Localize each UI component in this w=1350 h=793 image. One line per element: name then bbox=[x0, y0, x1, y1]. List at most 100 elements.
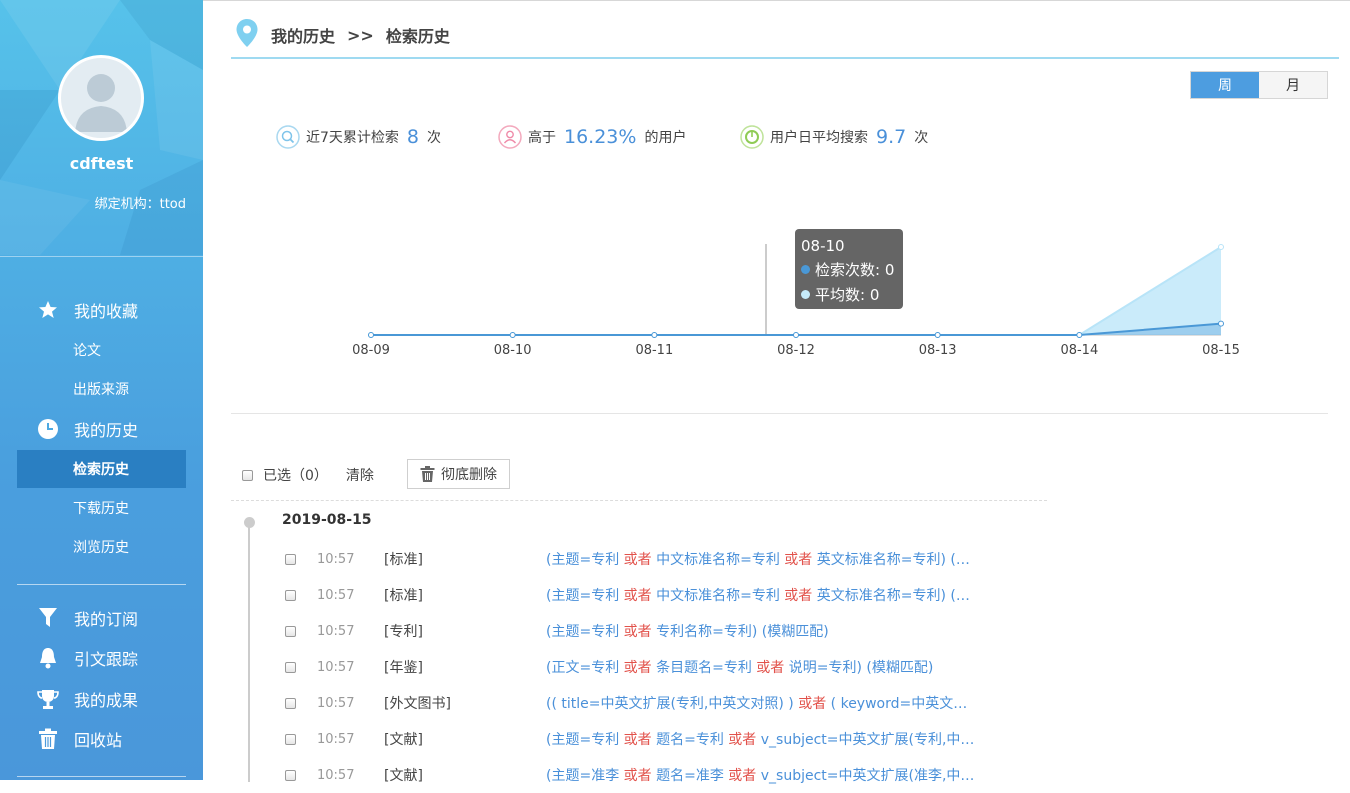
delete-label: 彻底删除 bbox=[441, 467, 497, 483]
breadcrumb-underline bbox=[231, 57, 1339, 59]
timeline-line bbox=[248, 522, 250, 782]
stat-value: 16.23% bbox=[564, 126, 637, 148]
sub-item-browse-history[interactable]: 浏览历史 bbox=[17, 528, 186, 566]
or-operator: 或者 bbox=[623, 768, 652, 784]
row-query-link[interactable]: (主题=专利 或者 中文标准名称=专利 或者 英文标准名称=专利) (模糊匹配) bbox=[546, 585, 980, 605]
row-query-link[interactable]: (正文=专利 或者 条目题名=专利 或者 说明=专利) (模糊匹配) bbox=[546, 657, 980, 677]
stat-unit: 次 bbox=[914, 130, 929, 146]
select-all-checkbox[interactable] bbox=[242, 469, 253, 481]
period-toggle: 周 月 bbox=[1190, 71, 1328, 99]
row-query-link[interactable]: (主题=专利 或者 中文标准名称=专利 或者 英文标准名称=专利) (模糊匹配) bbox=[546, 549, 980, 569]
sub-item-sources[interactable]: 出版来源 bbox=[17, 370, 186, 408]
query-text: (主题=专利 bbox=[546, 624, 624, 640]
clear-link[interactable]: 清除 bbox=[346, 465, 374, 485]
tooltip-title: 08-10 bbox=[801, 237, 845, 255]
location-pin-icon bbox=[235, 18, 259, 52]
or-operator: 或者 bbox=[623, 732, 652, 748]
series-point-0-3 bbox=[793, 332, 799, 338]
stat-value: 8 bbox=[406, 126, 420, 148]
stat-unit: 的用户 bbox=[644, 130, 687, 146]
permanent-delete-button[interactable]: 彻底删除 bbox=[407, 459, 510, 489]
nav-label: 引文跟踪 bbox=[74, 650, 139, 669]
search-trend-chart: 08-09 08-10 08-11 08-12 08-13 08-14 08-15 bbox=[352, 244, 1240, 358]
clock-icon bbox=[36, 417, 60, 441]
row-checkbox[interactable] bbox=[285, 625, 296, 637]
row-time: 10:57 bbox=[317, 551, 355, 567]
query-text: 说明=专利) (模糊匹配) bbox=[784, 660, 934, 676]
section-divider bbox=[231, 413, 1328, 414]
month-button[interactable]: 月 bbox=[1259, 72, 1327, 98]
sub-item-search-history[interactable]: 检索历史 bbox=[17, 450, 186, 488]
or-operator: 或者 bbox=[784, 588, 813, 604]
tooltip-row: 平均数: 0 bbox=[815, 286, 880, 304]
row-type: [年鉴] bbox=[384, 660, 423, 676]
row-checkbox[interactable] bbox=[285, 769, 296, 781]
row-query-link[interactable]: (( title=中英文扩展(专利,中英文对照) ) 或者 ( keyword=… bbox=[546, 693, 980, 713]
query-text: (主题=专利 bbox=[546, 552, 624, 568]
nav-label: 我的收藏 bbox=[74, 302, 139, 321]
row-time: 10:57 bbox=[317, 695, 355, 711]
stat-label: 近7天累计检索 bbox=[306, 130, 399, 146]
row-checkbox[interactable] bbox=[285, 661, 296, 673]
row-checkbox[interactable] bbox=[285, 697, 296, 709]
nav-label: 我的订阅 bbox=[74, 610, 139, 629]
stat-weekly-searches: 近7天累计检索 8 次 bbox=[276, 122, 441, 152]
row-checkbox[interactable] bbox=[285, 589, 296, 601]
week-button[interactable]: 周 bbox=[1191, 72, 1259, 98]
query-text: 中文标准名称=专利 bbox=[651, 552, 785, 568]
stat-label: 用户日平均搜索 bbox=[770, 130, 868, 146]
nav-label: 我的成果 bbox=[74, 691, 139, 710]
sidebar-divider bbox=[17, 584, 186, 585]
selected-count: 已选（0） bbox=[263, 468, 328, 484]
trash-icon bbox=[36, 727, 60, 751]
timeline-dot bbox=[244, 517, 255, 528]
x-tick-label: 08-10 bbox=[494, 343, 532, 358]
row-query-link[interactable]: (主题=专利 或者 题名=专利 或者 v_subject=中英文扩展(专利,中英… bbox=[546, 729, 980, 749]
sub-item-download-history[interactable]: 下载历史 bbox=[17, 489, 186, 527]
series-point-0-2 bbox=[651, 332, 658, 338]
x-tick-label: 08-13 bbox=[919, 343, 957, 358]
nav-item-citation-tracking[interactable]: 引文跟踪 bbox=[17, 639, 186, 677]
series-point-0-0 bbox=[368, 332, 374, 338]
stat-value: 9.7 bbox=[876, 126, 907, 148]
sidebar: cdftest 绑定机构：ttod 我的收藏 论文 出版来源 我的历史 检索历史… bbox=[0, 0, 203, 780]
query-text: (主题=专利 bbox=[546, 588, 624, 604]
tooltip-row: 检索次数: 0 bbox=[815, 261, 895, 279]
star-icon bbox=[36, 298, 60, 322]
history-row: 10:57 [文献] (主题=专利 或者 题名=专利 或者 v_subject=中英… bbox=[280, 721, 980, 757]
series-dot bbox=[801, 265, 810, 274]
series-point-0-5 bbox=[1076, 332, 1083, 338]
row-type: [文献] bbox=[384, 732, 423, 748]
or-operator: 或者 bbox=[728, 768, 757, 784]
stat-unit: 次 bbox=[427, 130, 442, 146]
x-tick-label: 08-15 bbox=[1202, 343, 1240, 358]
nav-item-achievements[interactable]: 我的成果 bbox=[17, 680, 186, 718]
row-query-link[interactable]: (主题=准李 或者 题名=准李 或者 v_subject=中英文扩展(准李,中英… bbox=[546, 765, 980, 785]
history-row: 10:57 [专利] (主题=专利 或者 专利名称=专利) (模糊匹配) bbox=[280, 613, 980, 649]
history-row: 10:57 [外文图书] (( title=中英文扩展(专利,中英文对照) ) 或者… bbox=[280, 685, 980, 721]
or-operator: 或者 bbox=[784, 552, 813, 568]
nav-item-recycle-bin[interactable]: 回收站 bbox=[17, 720, 186, 758]
user-ring-icon bbox=[498, 125, 522, 149]
query-text: ( keyword=中英文扩展(专利,中英文对照) ) bbox=[830, 696, 980, 712]
series-point-0-1 bbox=[509, 332, 516, 338]
or-operator: 或者 bbox=[756, 660, 785, 676]
sidebar-divider bbox=[0, 256, 203, 257]
nav-label: 回收站 bbox=[74, 731, 123, 750]
query-text: (主题=准李 bbox=[546, 768, 624, 784]
row-checkbox[interactable] bbox=[285, 553, 296, 565]
stat-percentile: 高于 16.23% 的用户 bbox=[498, 122, 686, 152]
avatar[interactable] bbox=[58, 55, 144, 141]
row-type: [标准] bbox=[384, 552, 423, 568]
nav-item-favorites[interactable]: 我的收藏 bbox=[17, 291, 186, 329]
nav-item-history[interactable]: 我的历史 bbox=[17, 410, 186, 448]
row-query-link[interactable]: (主题=专利 或者 专利名称=专利) (模糊匹配) bbox=[546, 621, 980, 641]
row-time: 10:57 bbox=[317, 587, 355, 603]
row-time: 10:57 bbox=[317, 659, 355, 675]
nav-item-subscriptions[interactable]: 我的订阅 bbox=[17, 599, 186, 637]
breadcrumb-parent[interactable]: 我的历史 bbox=[271, 23, 335, 47]
sub-item-papers[interactable]: 论文 bbox=[17, 331, 186, 369]
x-tick-label: 08-11 bbox=[635, 343, 673, 358]
row-checkbox[interactable] bbox=[285, 733, 296, 745]
sidebar-divider bbox=[17, 776, 186, 777]
